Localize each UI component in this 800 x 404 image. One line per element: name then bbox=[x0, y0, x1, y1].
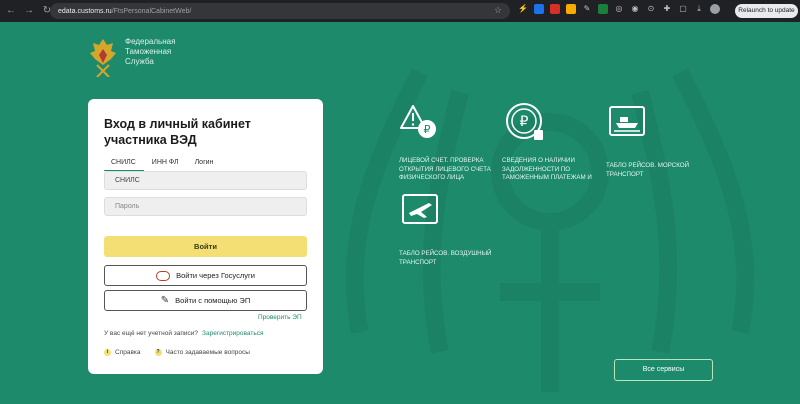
service-label: Табло рейсов. Воздушный транспорт bbox=[399, 250, 492, 266]
back-icon[interactable]: ← bbox=[4, 4, 18, 18]
faq-link-item[interactable]: ? Часто задаваемые вопросы bbox=[154, 349, 250, 356]
bookmark-star-icon[interactable]: ☆ bbox=[494, 5, 502, 16]
url-path: /FtsPersonalCabinetWeb/ bbox=[111, 7, 192, 15]
avatar[interactable] bbox=[710, 4, 720, 14]
gosuslugi-label: Войти через Госуслуги bbox=[176, 271, 255, 280]
page: Федеральная Таможенная Служба Вход в лич… bbox=[0, 22, 800, 404]
relaunch-button[interactable]: Relaunch to update bbox=[735, 4, 798, 18]
service-label: Сведения о наличии задолженности по тамо… bbox=[502, 157, 592, 181]
background-eagle-icon bbox=[345, 67, 755, 392]
help-link: Справка bbox=[115, 349, 141, 356]
extension-icon[interactable]: ◉ bbox=[630, 4, 640, 14]
tab-search-icon[interactable]: ▢ bbox=[678, 4, 688, 14]
logo-line: Служба bbox=[125, 57, 154, 66]
download-icon[interactable]: ⤓ bbox=[694, 4, 704, 14]
help-link-item[interactable]: i Справка bbox=[104, 349, 141, 356]
gosuslugi-icon bbox=[156, 270, 171, 281]
extensions-bar: ⚡ ✎ ◎ ◉ ⊙ ✚ ▢ ⤓ bbox=[518, 4, 720, 14]
login-title: Вход в личный кабинет участника ВЭД bbox=[104, 117, 251, 147]
extension-icon[interactable] bbox=[550, 4, 560, 14]
puzzle-icon[interactable]: ✚ bbox=[662, 4, 672, 14]
extension-icon[interactable]: ✎ bbox=[582, 4, 592, 14]
ruble-warning-icon: ₽ bbox=[400, 105, 436, 138]
gosuslugi-button[interactable]: Войти через Госуслуги bbox=[104, 265, 307, 286]
ep-button[interactable]: ✎ Войти с помощью ЭП bbox=[104, 290, 307, 311]
service-air-flights[interactable]: Табло рейсов. Воздушный транспорт bbox=[399, 193, 499, 267]
question-icon: ? bbox=[154, 349, 162, 356]
login-button[interactable]: Войти bbox=[104, 236, 307, 257]
service-label: Лицевой счет. Проверка открытия лицевого… bbox=[399, 157, 491, 181]
extension-icon[interactable]: ◎ bbox=[614, 4, 624, 14]
extension-icon[interactable]: ⚡ bbox=[518, 4, 528, 14]
ship-board-icon bbox=[609, 106, 645, 136]
password-input[interactable]: Пароль bbox=[104, 197, 307, 216]
service-personal-account[interactable]: ₽ Лицевой счет. Проверка открытия лицево… bbox=[399, 100, 499, 183]
service-debt-info[interactable]: ₽ Сведения о наличии задолженности по та… bbox=[502, 100, 602, 183]
svg-text:₽: ₽ bbox=[424, 123, 431, 136]
all-services-button[interactable]: Все сервисы bbox=[614, 359, 713, 381]
forward-icon[interactable]: → bbox=[22, 4, 36, 18]
extension-icon[interactable] bbox=[598, 4, 608, 14]
check-ep-link[interactable]: Проверить ЭП bbox=[258, 314, 302, 321]
url-host: edata.customs.ru bbox=[58, 7, 112, 15]
ep-label: Войти с помощью ЭП bbox=[175, 296, 251, 305]
login-tabs: СНИЛС ИНН ФЛ Логин bbox=[104, 159, 221, 171]
service-sea-flights[interactable]: Табло рейсов. Морской транспорт bbox=[606, 105, 706, 179]
info-icon: i bbox=[104, 349, 111, 356]
faq-link: Часто задаваемые вопросы bbox=[165, 349, 250, 356]
fts-logo[interactable]: Федеральная Таможенная Служба bbox=[89, 37, 175, 77]
eagle-emblem-icon bbox=[90, 39, 116, 77]
tab-login[interactable]: Логин bbox=[187, 159, 222, 171]
plane-board-icon bbox=[402, 194, 438, 224]
address-bar[interactable]: edata.customs.ru/FtsPersonalCabinetWeb/ … bbox=[50, 3, 510, 19]
no-account-row: У вас ещё нет учетной записи? Зарегистрир… bbox=[104, 330, 264, 337]
ruble-circle-icon: ₽ bbox=[506, 103, 543, 140]
help-row: i Справка ? Часто задаваемые вопросы bbox=[104, 349, 250, 356]
tab-snils[interactable]: СНИЛС bbox=[104, 159, 144, 171]
login-card: Вход в личный кабинет участника ВЭД СНИЛ… bbox=[88, 99, 323, 374]
logo-line: Федеральная bbox=[125, 37, 176, 46]
logo-line: Таможенная bbox=[125, 47, 172, 56]
tab-inn[interactable]: ИНН ФЛ bbox=[144, 159, 187, 171]
service-label: Табло рейсов. Морской транспорт bbox=[606, 162, 690, 178]
svg-text:₽: ₽ bbox=[520, 114, 529, 130]
register-link[interactable]: Зарегистрироваться bbox=[202, 330, 263, 337]
extension-icon[interactable]: ⊙ bbox=[646, 4, 656, 14]
extension-icon[interactable] bbox=[534, 4, 544, 14]
snils-input[interactable]: СНИЛС bbox=[104, 171, 307, 190]
url-text: edata.customs.ru/FtsPersonalCabinetWeb/ bbox=[58, 8, 191, 15]
signature-icon: ✎ bbox=[160, 295, 170, 306]
browser-toolbar: ← → ↻ edata.customs.ru/FtsPersonalCabine… bbox=[0, 0, 800, 22]
no-account-text: У вас ещё нет учетной записи? bbox=[104, 330, 199, 337]
extension-icon[interactable] bbox=[566, 4, 576, 14]
logo-text: Федеральная Таможенная Служба bbox=[125, 37, 175, 77]
